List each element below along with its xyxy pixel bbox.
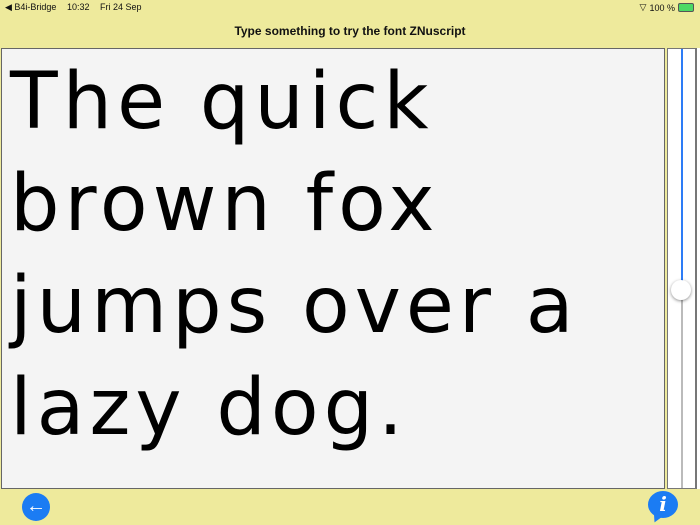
font-preview-textbox[interactable] [1,48,665,489]
font-size-slider[interactable] [667,48,696,489]
battery-percent: 100 % [649,2,675,13]
slider-thumb[interactable] [671,280,691,300]
wifi-icon: ▽ [639,2,647,12]
back-button[interactable]: ← [22,493,50,521]
slider-track-empty [681,290,683,488]
status-bar: ◀ B4i-Bridge 10:32 Fri 24 Sep ▽ 100 % [0,0,700,14]
page-title: Type something to try the font ZNuscript [234,24,466,38]
back-to-app-link[interactable]: ◀ B4i-Bridge [5,2,56,12]
info-icon: i [659,492,667,516]
arrow-left-icon: ← [26,495,46,517]
status-date: Fri 24 Sep [100,2,142,12]
right-edge-divider [696,48,700,489]
status-time: 10:32 [66,2,90,12]
slider-track-filled [681,49,683,290]
font-preview-input[interactable] [2,49,664,488]
info-button[interactable]: i [648,491,678,518]
battery-icon [678,3,694,12]
